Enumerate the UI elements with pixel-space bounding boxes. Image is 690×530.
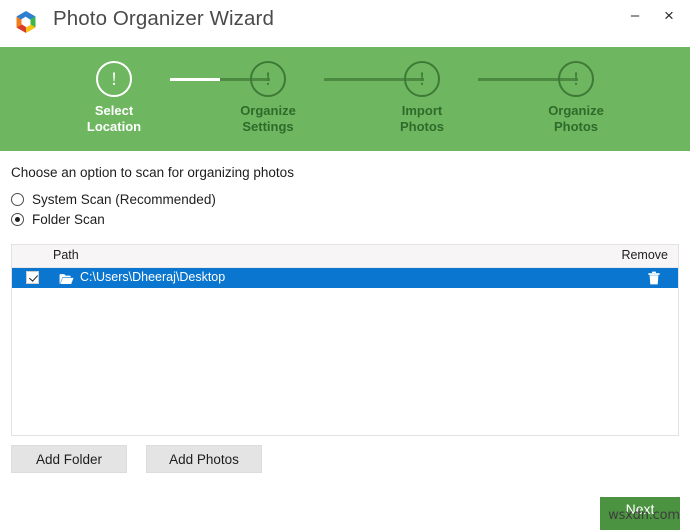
- step-1-marker-icon: !: [96, 61, 132, 97]
- step-1-label-line1: Select: [54, 103, 174, 119]
- radio-option-folder-scan-label: Folder Scan: [32, 212, 105, 227]
- table-header-row: Path Remove: [12, 245, 678, 268]
- photo-organizer-wizard-window: Photo Organizer Wizard – × ! Select Loca…: [0, 0, 690, 530]
- next-button[interactable]: Next: [600, 497, 680, 530]
- radio-option-system-scan[interactable]: System Scan (Recommended): [11, 192, 216, 207]
- trash-icon[interactable]: [648, 271, 660, 285]
- scan-option-instruction: Choose an option to scan for organizing …: [11, 165, 294, 180]
- step-import-photos[interactable]: ! Import Photos: [362, 61, 482, 135]
- step-4-label-line2: Photos: [516, 119, 636, 135]
- window-title: Photo Organizer Wizard: [53, 7, 274, 31]
- table-row[interactable]: C:\Users\Dheeraj\Desktop: [12, 268, 678, 288]
- app-logo-icon: [11, 9, 41, 39]
- minimize-button[interactable]: –: [620, 2, 650, 28]
- radio-option-system-scan-label: System Scan (Recommended): [32, 192, 216, 207]
- step-3-label-line1: Import: [362, 103, 482, 119]
- step-organize-photos[interactable]: ! Organize Photos: [516, 61, 636, 135]
- step-2-label: Organize Settings: [208, 103, 328, 135]
- column-header-path: Path: [53, 248, 79, 262]
- step-2-label-line2: Settings: [208, 119, 328, 135]
- close-button[interactable]: ×: [654, 2, 684, 28]
- radio-folder-scan-icon[interactable]: [11, 213, 24, 226]
- step-2-label-line1: Organize: [208, 103, 328, 119]
- row-path-text: C:\Users\Dheeraj\Desktop: [80, 270, 225, 284]
- column-header-remove: Remove: [621, 248, 668, 262]
- row-checkbox[interactable]: [26, 271, 39, 284]
- step-4-marker-icon: !: [558, 61, 594, 97]
- step-2-marker-icon: !: [250, 61, 286, 97]
- folder-path-table: Path Remove C:\Users\Dheeraj\Desktop: [11, 244, 679, 436]
- step-3-marker-icon: !: [404, 61, 440, 97]
- step-4-label: Organize Photos: [516, 103, 636, 135]
- title-bar: Photo Organizer Wizard – ×: [0, 0, 690, 47]
- folder-open-icon: [59, 272, 74, 284]
- step-3-label-line2: Photos: [362, 119, 482, 135]
- step-1-label-line2: Location: [54, 119, 174, 135]
- step-4-label-line1: Organize: [516, 103, 636, 119]
- add-photos-button[interactable]: Add Photos: [146, 445, 262, 473]
- add-folder-button[interactable]: Add Folder: [11, 445, 127, 473]
- step-3-label: Import Photos: [362, 103, 482, 135]
- step-connector-1-progress: [170, 78, 220, 81]
- wizard-stepper: ! Select Location ! Organize Settings ! …: [0, 47, 690, 151]
- radio-system-scan-icon[interactable]: [11, 193, 24, 206]
- step-select-location[interactable]: ! Select Location: [54, 61, 174, 135]
- step-1-label: Select Location: [54, 103, 174, 135]
- radio-option-folder-scan[interactable]: Folder Scan: [11, 212, 105, 227]
- step-organize-settings[interactable]: ! Organize Settings: [208, 61, 328, 135]
